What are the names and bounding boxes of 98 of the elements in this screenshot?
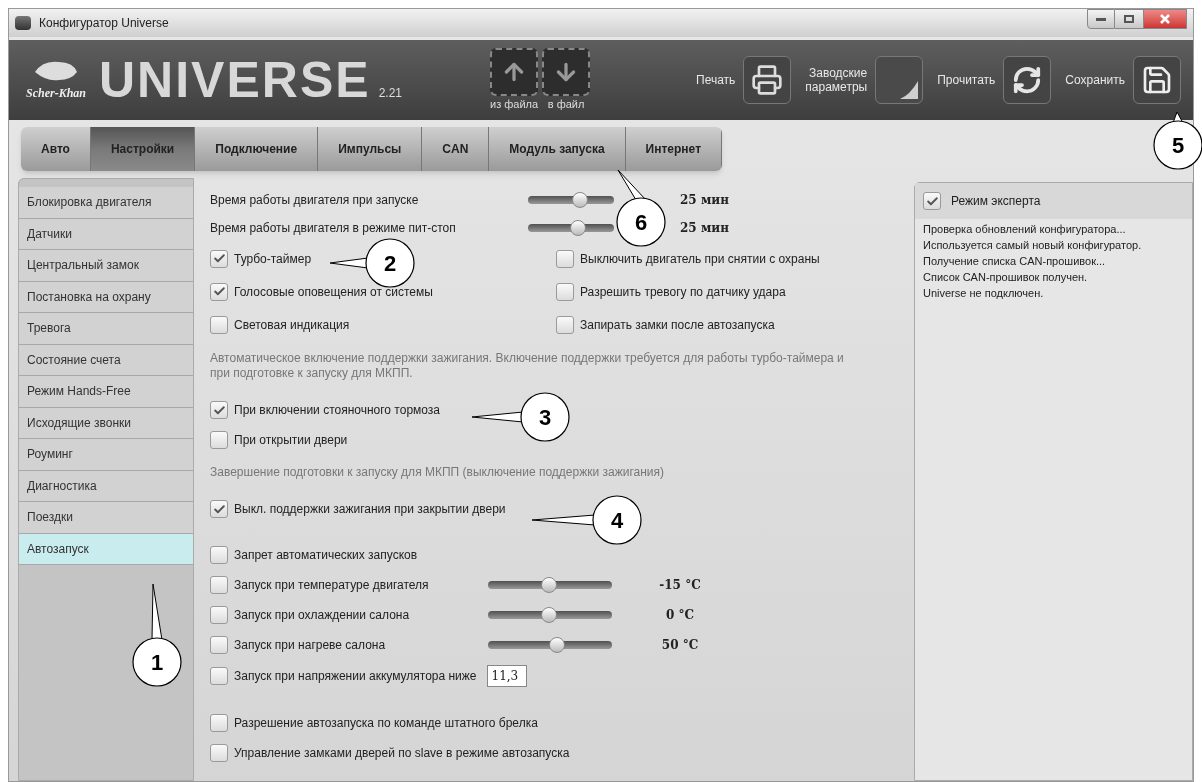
checkbox[interactable] (210, 500, 228, 518)
check-icon (212, 252, 226, 265)
close-icon (1160, 14, 1170, 24)
sidebar-item[interactable]: Блокировка двигателя (19, 187, 193, 219)
toolbar-label: Прочитать (937, 73, 996, 87)
tab[interactable]: Подключение (195, 127, 319, 171)
slider-value: 25 мин (680, 220, 729, 237)
maximize-button[interactable] (1115, 9, 1143, 29)
checkbox[interactable] (210, 606, 228, 624)
slider-value: -15 °C (658, 577, 702, 594)
tab[interactable]: Импульсы (318, 127, 423, 171)
checkbox[interactable] (210, 401, 228, 419)
product-logo: UNIVERSE (99, 55, 371, 105)
checkbox-label: Запирать замки после автозапуска (580, 316, 775, 334)
checkbox-label: Запуск при напряжении аккумулятора ниже (234, 668, 477, 685)
slider-value: 0 °C (664, 607, 696, 624)
setting-label: Время работы двигателя в режиме пит-стоп (210, 220, 457, 237)
slider-thumb[interactable] (540, 577, 557, 593)
checkbox-label: Режим эксперта (951, 193, 1041, 210)
log-line: Получение списка CAN-прошивок... (923, 254, 1107, 269)
toolbar-label: Сохранить (1065, 73, 1125, 87)
section-note: Завершение подготовки к запуску для МКПП (выключение поддержки зажигания) (210, 465, 665, 480)
checkbox-label: Разрешение автозапуска по команде штатного брелка (234, 715, 538, 732)
checkbox-label: Запуск при охлаждении салона (234, 607, 410, 624)
checkbox-label: Турбо-таймер (234, 250, 312, 268)
tab[interactable]: Настройки (90, 127, 196, 171)
slider-thumb[interactable] (569, 220, 586, 236)
checkbox-label: Выкл. поддержки зажигания при закрытии двери (234, 501, 506, 518)
toolbar-label: из файла (490, 96, 539, 112)
checkbox[interactable] (556, 282, 574, 301)
checkbox[interactable] (210, 282, 228, 301)
sidebar-item[interactable]: Центральный замок (19, 250, 193, 282)
version-label: 2.21 (378, 85, 402, 102)
save-icon[interactable] (1133, 56, 1181, 104)
check-icon (925, 194, 939, 208)
voltage-field[interactable]: 11,3 (486, 665, 527, 687)
checkbox[interactable] (556, 249, 574, 268)
sidebar-item[interactable]: Датчики (19, 218, 193, 250)
checkbox[interactable] (210, 249, 228, 268)
log-line: Проверка обновлений конфигуратора... (923, 222, 1127, 237)
brand-logo: Scher-Khan (26, 85, 86, 102)
slider-thumb[interactable] (549, 637, 566, 653)
tab[interactable]: CAN (422, 127, 490, 171)
log-line: Используется самый новый конфигуратор. (923, 238, 1143, 253)
toolbar-label: Заводские параметры (805, 66, 868, 94)
slider-value: 50 °C (660, 637, 700, 654)
check-icon (212, 502, 226, 516)
checkbox[interactable] (210, 714, 228, 732)
sidebar-item[interactable]: Роуминг (19, 439, 193, 471)
sidebar-item[interactable]: Тревога (19, 313, 193, 345)
upload-icon[interactable] (490, 47, 539, 96)
window-title: Конфигуратор Universe (39, 15, 169, 32)
sidebar-item[interactable]: Поездки (19, 502, 193, 534)
toolbar-label: в файл (547, 96, 585, 112)
checkbox-label: При открытии двери (234, 432, 348, 449)
checkbox[interactable] (210, 576, 228, 594)
slider-thumb[interactable] (571, 192, 588, 208)
setting-label: Время работы двигателя при запуске (210, 192, 420, 209)
slider-value: 25 мин (680, 192, 729, 209)
log-line: Universe не подключен. (923, 286, 1045, 301)
checkbox-label: При включении стояночного тормоза (234, 402, 441, 419)
page-curl-icon[interactable] (875, 56, 924, 104)
checkbox-label: Запуск при температуре двигателя (234, 577, 429, 594)
sidebar-item[interactable]: Диагностика (19, 470, 193, 502)
checkbox[interactable] (210, 667, 228, 685)
app-icon (15, 16, 31, 30)
sidebar-item[interactable]: Исходящие звонки (19, 407, 193, 439)
checkbox-label: Запуск при нагреве салона (234, 637, 386, 654)
minimize-button[interactable] (1087, 9, 1115, 29)
refresh-icon[interactable] (1003, 56, 1052, 104)
sidebar-item[interactable]: Режим Hands-Free (19, 376, 193, 408)
tab[interactable]: Интернет (625, 127, 722, 171)
checkbox-label: Разрешить тревогу по датчику удара (580, 283, 786, 301)
tab[interactable]: Авто (21, 127, 91, 171)
check-icon (212, 403, 226, 417)
checkbox-label: Световая индикация (234, 316, 350, 334)
download-icon[interactable] (542, 47, 591, 96)
checkbox[interactable] (923, 192, 941, 210)
checkbox[interactable] (210, 744, 228, 762)
checkbox-label: Запрет автоматических запусков (234, 547, 418, 564)
close-button[interactable] (1143, 9, 1187, 29)
checkbox[interactable] (556, 315, 574, 334)
check-icon (212, 285, 226, 298)
log-line: Список CAN-прошивок получен. (923, 270, 1089, 285)
sidebar-item[interactable]: Состояние счета (19, 344, 193, 376)
sidebar-item[interactable]: Автозапуск (19, 533, 193, 565)
checkbox-label: Выключить двигатель при снятии с охраны (580, 250, 820, 268)
checkbox[interactable] (210, 546, 228, 564)
checkbox[interactable] (210, 431, 228, 449)
sidebar-item[interactable]: Постановка на охрану (19, 281, 193, 313)
printer-icon[interactable] (743, 56, 792, 104)
toolbar-label: Печать (696, 73, 736, 87)
checkbox-label: Управление замками дверей по slave в режиме автозапуска (234, 745, 570, 762)
checkbox[interactable] (210, 315, 228, 334)
section-note: Автоматическое включение поддержки зажигания. Включение поддержки требуется для работы турбо-таймера и при подготовке к запуску для МКПП. (210, 351, 845, 381)
checkbox[interactable] (210, 636, 228, 654)
tab[interactable]: Модуль запуска (489, 127, 626, 171)
slider-thumb[interactable] (540, 607, 557, 623)
